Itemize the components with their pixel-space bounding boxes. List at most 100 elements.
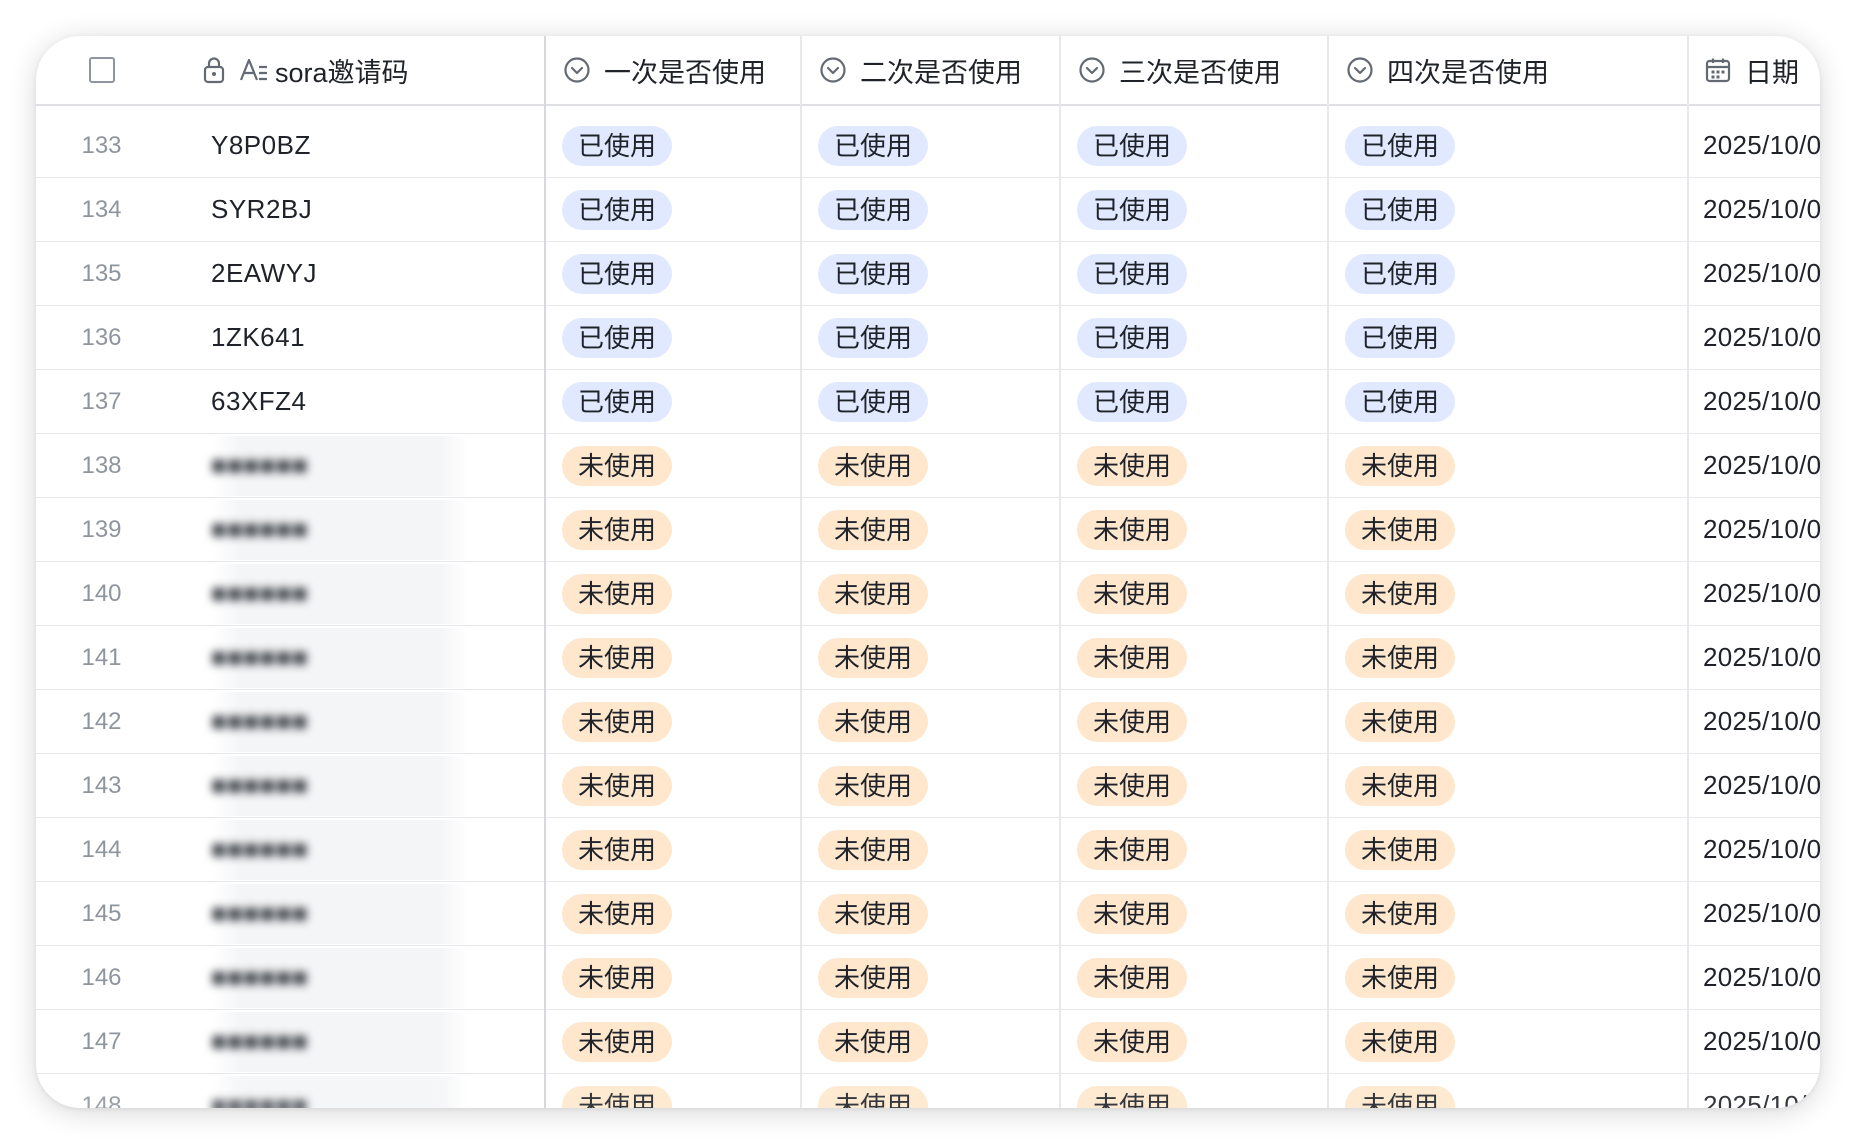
status-cell-3[interactable]: 已使用 xyxy=(1060,178,1328,241)
date-cell[interactable]: 2025/10/03 xyxy=(1688,882,1820,945)
row-number-cell[interactable]: 140 xyxy=(36,562,167,625)
row-number-cell[interactable]: 142 xyxy=(36,690,167,753)
row-number-cell[interactable]: 134 xyxy=(36,178,167,241)
status-cell-4[interactable]: 未使用 xyxy=(1328,818,1688,881)
status-cell-4[interactable]: 已使用 xyxy=(1328,370,1688,433)
column-divider[interactable] xyxy=(800,36,802,1108)
table-row[interactable]: 142 ■■■■■■ 未使用 未使用 未使用 未使用 2025/10/03 xyxy=(36,690,1820,754)
date-cell[interactable]: 2025/10/02 xyxy=(1688,114,1820,177)
row-number-cell[interactable]: 139 xyxy=(36,498,167,561)
column-divider[interactable] xyxy=(544,36,546,1108)
date-cell[interactable]: 2025/10/03 xyxy=(1688,754,1820,817)
status-cell-2[interactable]: 未使用 xyxy=(801,882,1060,945)
date-cell[interactable]: 2025/10/02 xyxy=(1688,178,1820,241)
row-number-cell[interactable]: 137 xyxy=(36,370,167,433)
table-row[interactable]: 140 ■■■■■■ 未使用 未使用 未使用 未使用 2025/10/03 xyxy=(36,562,1820,626)
column-header-s1[interactable]: 一次是否使用 xyxy=(545,36,801,104)
table-row[interactable]: 137 63XFZ4 已使用 已使用 已使用 已使用 2025/10/02 xyxy=(36,370,1820,434)
date-cell[interactable]: 2025/10/02 xyxy=(1688,370,1820,433)
row-number-cell[interactable]: 133 xyxy=(36,114,167,177)
status-cell-1[interactable]: 已使用 xyxy=(545,370,801,433)
status-cell-1[interactable]: 未使用 xyxy=(545,754,801,817)
invite-code-cell[interactable]: ■■■■■■ xyxy=(167,818,545,881)
table-row[interactable]: 138 ■■■■■■ 未使用 未使用 未使用 未使用 2025/10/03 xyxy=(36,434,1820,498)
invite-code-cell[interactable]: Y8P0BZ xyxy=(167,114,545,177)
status-cell-1[interactable]: 未使用 xyxy=(545,946,801,1009)
status-cell-4[interactable]: 未使用 xyxy=(1328,690,1688,753)
status-cell-1[interactable]: 已使用 xyxy=(545,242,801,305)
invite-code-cell[interactable]: ■■■■■■ xyxy=(167,498,545,561)
status-cell-1[interactable]: 未使用 xyxy=(545,1074,801,1108)
date-cell[interactable]: 2025/10/03 xyxy=(1688,946,1820,1009)
row-number-cell[interactable]: 148 xyxy=(36,1074,167,1109)
status-cell-1[interactable]: 已使用 xyxy=(545,306,801,369)
invite-code-cell[interactable]: 1ZK641 xyxy=(167,306,545,369)
invite-code-cell[interactable]: ■■■■■■ xyxy=(167,562,545,625)
status-cell-2[interactable]: 已使用 xyxy=(801,114,1060,177)
table-row[interactable]: 133 Y8P0BZ 已使用 已使用 已使用 已使用 2025/10/02 xyxy=(36,114,1820,178)
date-cell[interactable]: 2025/10/03 xyxy=(1688,690,1820,753)
date-cell[interactable]: 2025/10/03 xyxy=(1688,1074,1820,1108)
status-cell-1[interactable]: 未使用 xyxy=(545,434,801,497)
status-cell-1[interactable]: 未使用 xyxy=(545,882,801,945)
column-divider[interactable] xyxy=(1687,36,1689,1108)
status-cell-1[interactable]: 未使用 xyxy=(545,1010,801,1073)
row-number-cell[interactable]: 135 xyxy=(36,242,167,305)
status-cell-4[interactable]: 未使用 xyxy=(1328,498,1688,561)
status-cell-1[interactable]: 已使用 xyxy=(545,178,801,241)
status-cell-3[interactable]: 未使用 xyxy=(1060,882,1328,945)
table-row[interactable]: 147 ■■■■■■ 未使用 未使用 未使用 未使用 2025/10/03 xyxy=(36,1010,1820,1074)
date-cell[interactable]: 2025/10/03 xyxy=(1688,562,1820,625)
invite-code-cell[interactable]: 63XFZ4 xyxy=(167,370,545,433)
status-cell-4[interactable]: 未使用 xyxy=(1328,1010,1688,1073)
status-cell-2[interactable]: 已使用 xyxy=(801,370,1060,433)
status-cell-1[interactable]: 未使用 xyxy=(545,818,801,881)
status-cell-2[interactable]: 已使用 xyxy=(801,178,1060,241)
invite-code-cell[interactable]: ■■■■■■ xyxy=(167,690,545,753)
table-row[interactable]: 144 ■■■■■■ 未使用 未使用 未使用 未使用 2025/10/03 xyxy=(36,818,1820,882)
status-cell-3[interactable]: 已使用 xyxy=(1060,370,1328,433)
status-cell-4[interactable]: 未使用 xyxy=(1328,626,1688,689)
row-number-cell[interactable]: 144 xyxy=(36,818,167,881)
status-cell-1[interactable]: 已使用 xyxy=(545,114,801,177)
status-cell-4[interactable]: 未使用 xyxy=(1328,754,1688,817)
status-cell-3[interactable]: 未使用 xyxy=(1060,754,1328,817)
status-cell-3[interactable]: 未使用 xyxy=(1060,690,1328,753)
status-cell-1[interactable]: 未使用 xyxy=(545,498,801,561)
status-cell-2[interactable]: 未使用 xyxy=(801,1074,1060,1108)
status-cell-2[interactable]: 未使用 xyxy=(801,626,1060,689)
status-cell-4[interactable]: 已使用 xyxy=(1328,306,1688,369)
row-number-cell[interactable]: 145 xyxy=(36,882,167,945)
table-row[interactable]: 143 ■■■■■■ 未使用 未使用 未使用 未使用 2025/10/03 xyxy=(36,754,1820,818)
table-row[interactable]: 141 ■■■■■■ 未使用 未使用 未使用 未使用 2025/10/03 xyxy=(36,626,1820,690)
row-number-cell[interactable]: 136 xyxy=(36,306,167,369)
column-header-s4[interactable]: 四次是否使用 xyxy=(1328,36,1688,104)
date-cell[interactable]: 2025/10/02 xyxy=(1688,242,1820,305)
select-all-cell[interactable] xyxy=(36,36,167,104)
status-cell-2[interactable]: 未使用 xyxy=(801,1010,1060,1073)
status-cell-2[interactable]: 已使用 xyxy=(801,306,1060,369)
invite-code-cell[interactable]: SYR2BJ xyxy=(167,178,545,241)
status-cell-4[interactable]: 未使用 xyxy=(1328,562,1688,625)
status-cell-1[interactable]: 未使用 xyxy=(545,562,801,625)
row-number-cell[interactable]: 143 xyxy=(36,754,167,817)
date-cell[interactable]: 2025/10/03 xyxy=(1688,626,1820,689)
status-cell-4[interactable]: 未使用 xyxy=(1328,434,1688,497)
invite-code-cell[interactable]: ■■■■■■ xyxy=(167,882,545,945)
status-cell-3[interactable]: 未使用 xyxy=(1060,1010,1328,1073)
status-cell-2[interactable]: 未使用 xyxy=(801,498,1060,561)
table-row[interactable]: 139 ■■■■■■ 未使用 未使用 未使用 未使用 2025/10/03 xyxy=(36,498,1820,562)
status-cell-3[interactable]: 未使用 xyxy=(1060,946,1328,1009)
status-cell-2[interactable]: 未使用 xyxy=(801,946,1060,1009)
invite-code-cell[interactable]: 2EAWYJ xyxy=(167,242,545,305)
row-number-cell[interactable]: 138 xyxy=(36,434,167,497)
status-cell-2[interactable]: 未使用 xyxy=(801,818,1060,881)
column-header-code[interactable]: sora邀请码 xyxy=(167,36,545,104)
row-number-cell[interactable]: 146 xyxy=(36,946,167,1009)
date-cell[interactable]: 2025/10/03 xyxy=(1688,434,1820,497)
date-cell[interactable]: 2025/10/03 xyxy=(1688,498,1820,561)
status-cell-3[interactable]: 未使用 xyxy=(1060,1074,1328,1108)
status-cell-2[interactable]: 未使用 xyxy=(801,562,1060,625)
invite-code-cell[interactable]: ■■■■■■ xyxy=(167,1010,545,1073)
column-header-date[interactable]: 日期 xyxy=(1688,36,1820,104)
